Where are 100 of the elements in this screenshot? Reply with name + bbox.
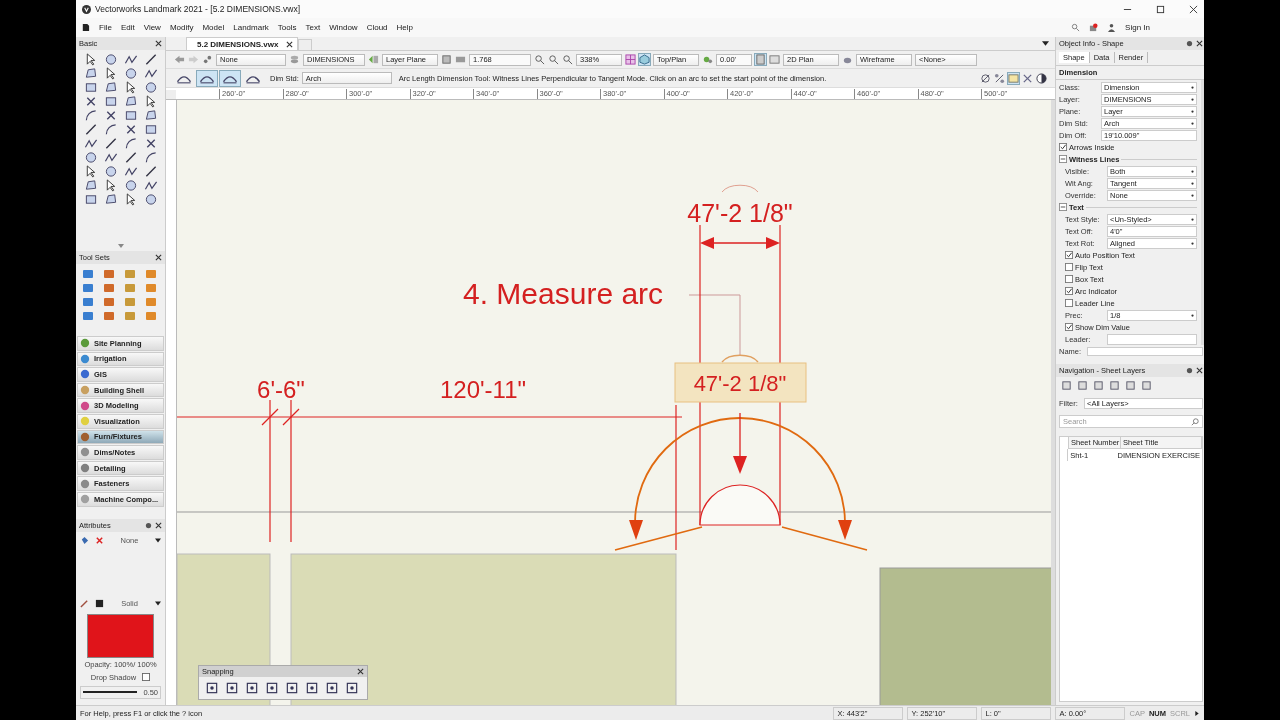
help-icon[interactable] <box>145 521 152 529</box>
menu-item[interactable]: File <box>99 23 112 32</box>
drop-shadow-checkbox[interactable] <box>142 673 151 682</box>
cube-icon[interactable] <box>639 54 650 65</box>
snap-icon[interactable] <box>325 681 339 695</box>
menu-item[interactable]: Help <box>396 23 413 32</box>
tool-set-icon[interactable] <box>103 282 115 294</box>
pointer-icon[interactable] <box>124 81 138 94</box>
arc-icon[interactable] <box>84 109 98 122</box>
checkbox[interactable] <box>1065 299 1073 307</box>
name-field[interactable] <box>1087 347 1203 356</box>
caret-icon[interactable] <box>1194 710 1200 716</box>
contrast-icon[interactable] <box>1036 72 1047 84</box>
caret-icon[interactable] <box>1042 41 1049 46</box>
zigzag-icon[interactable] <box>124 165 138 178</box>
arc-icon[interactable] <box>124 137 138 150</box>
menu-item[interactable]: Tools <box>277 23 297 32</box>
zigzag-icon[interactable] <box>104 151 118 164</box>
snap-icon[interactable] <box>225 681 239 695</box>
snap-icon[interactable] <box>980 72 991 84</box>
menu-item[interactable]: Edit <box>120 23 135 32</box>
menu-item[interactable]: Text <box>305 23 321 32</box>
snap-icon[interactable] <box>205 681 219 695</box>
zigzag-icon[interactable] <box>144 67 158 80</box>
polygon-icon[interactable] <box>104 193 118 206</box>
polygon-icon[interactable] <box>104 81 118 94</box>
circle-icon[interactable] <box>104 165 118 178</box>
close-icon[interactable] <box>155 521 162 529</box>
checkbox[interactable] <box>1065 323 1073 331</box>
cross-icon[interactable] <box>104 109 118 122</box>
zoom-icon[interactable] <box>548 54 559 65</box>
circle-icon[interactable] <box>84 151 98 164</box>
zigzag-icon[interactable] <box>84 137 98 150</box>
close-icon[interactable] <box>1196 367 1203 374</box>
snap-icon[interactable] <box>345 681 359 695</box>
help-icon[interactable] <box>1186 40 1193 47</box>
checkbox[interactable] <box>1065 263 1073 271</box>
page-icon[interactable] <box>441 54 452 65</box>
color-swatch[interactable] <box>87 613 154 658</box>
collapse-toggle-icon[interactable] <box>1059 155 1067 163</box>
checkbox[interactable] <box>1065 275 1073 283</box>
tool-set-icon[interactable] <box>103 268 115 280</box>
rectangle-icon[interactable] <box>124 109 138 122</box>
navigation-tool-icon[interactable] <box>1077 380 1088 391</box>
pointer-icon[interactable] <box>144 95 158 108</box>
pointer-icon[interactable] <box>104 179 118 192</box>
cross-icon[interactable] <box>144 137 158 150</box>
close-icon[interactable] <box>1196 40 1203 47</box>
resize-icon[interactable] <box>1022 72 1033 84</box>
zigzag-icon[interactable] <box>124 53 138 66</box>
arc-icon[interactable] <box>104 123 118 136</box>
rotation-icon[interactable] <box>702 54 713 65</box>
menu-item[interactable]: Landmark <box>233 23 269 32</box>
sign-in-link[interactable]: Sign In <box>1125 23 1150 32</box>
checkbox[interactable] <box>1065 287 1073 295</box>
input-field[interactable] <box>1107 333 1197 345</box>
close-icon[interactable] <box>1189 4 1198 14</box>
menu-item[interactable]: Model <box>202 23 225 32</box>
polygon-icon[interactable] <box>144 109 158 122</box>
rectangle-icon[interactable] <box>84 193 98 206</box>
circle-icon[interactable] <box>104 53 118 66</box>
search-icon[interactable] <box>1071 23 1081 32</box>
line-icon[interactable] <box>144 165 158 178</box>
zoom-icon[interactable] <box>534 54 545 65</box>
mode-button-icon[interactable] <box>197 70 217 86</box>
polygon-icon[interactable] <box>84 179 98 192</box>
tool-set-icon[interactable] <box>82 310 94 322</box>
close-icon[interactable] <box>286 40 294 48</box>
close-icon[interactable] <box>155 254 162 261</box>
collapse-toggle-icon[interactable] <box>1059 203 1067 211</box>
help-icon[interactable] <box>1186 367 1193 374</box>
tool-set-icon[interactable] <box>82 296 94 308</box>
grid-icon[interactable] <box>625 54 636 65</box>
navigation-tool-icon[interactable] <box>1093 380 1104 391</box>
tool-set-icon[interactable] <box>103 310 115 322</box>
snap-icon[interactable] <box>285 681 299 695</box>
cross-icon[interactable] <box>124 123 138 136</box>
line-icon[interactable] <box>104 137 118 150</box>
navigation-tool-icon[interactable] <box>1061 380 1072 391</box>
polygon-icon[interactable] <box>84 67 98 80</box>
tool-set-icon[interactable] <box>82 268 94 280</box>
checkbox[interactable] <box>1065 251 1073 259</box>
rectangle-icon[interactable] <box>104 95 118 108</box>
line-icon[interactable] <box>124 151 138 164</box>
circle-icon[interactable] <box>144 81 158 94</box>
close-icon[interactable] <box>155 40 162 47</box>
document-tab[interactable]: 5.2 DIMENSIONS.vwx <box>186 37 299 50</box>
tool-set-icon[interactable] <box>103 296 115 308</box>
menu-item[interactable]: View <box>143 23 161 32</box>
navigation-tool-icon[interactable] <box>1141 380 1152 391</box>
paint-bucket-icon[interactable] <box>80 535 89 545</box>
close-icon[interactable] <box>357 668 364 675</box>
circle-icon[interactable] <box>144 193 158 206</box>
checkbox[interactable] <box>1059 143 1067 151</box>
pen-icon[interactable] <box>80 598 89 608</box>
snap-icon[interactable] <box>265 681 279 695</box>
line-icon[interactable] <box>84 123 98 136</box>
polygon-icon[interactable] <box>124 95 138 108</box>
rectangle-icon[interactable] <box>144 123 158 136</box>
line-icon[interactable] <box>144 53 158 66</box>
